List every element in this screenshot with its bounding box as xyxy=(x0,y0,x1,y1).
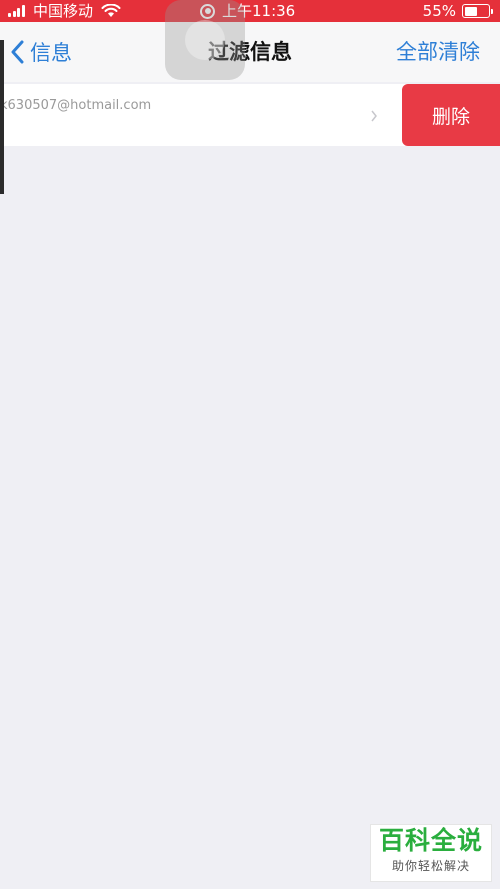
battery-icon xyxy=(462,4,493,18)
assistive-touch-button[interactable] xyxy=(165,0,245,80)
battery-percent: 55% xyxy=(422,2,456,20)
signal-bars-icon xyxy=(8,5,26,17)
chevron-right-icon xyxy=(371,110,377,122)
sender-address: k630507@hotmail.com xyxy=(0,98,152,113)
status-bar: 中国移动 上午11:36 55% xyxy=(0,0,500,22)
edge-divider xyxy=(0,40,4,194)
watermark-title: 百科全说 xyxy=(378,826,483,855)
status-left: 中国移动 xyxy=(8,0,121,22)
clear-all-button[interactable]: 全部清除 xyxy=(396,38,480,66)
wifi-icon xyxy=(101,4,121,17)
status-right: 55% xyxy=(422,0,493,22)
watermark-slogan: 助你轻松解决 xyxy=(391,859,470,873)
nav-bar: 信息 过滤信息 全部清除 xyxy=(0,22,500,82)
carrier-name: 中国移动 xyxy=(33,2,94,20)
watermark-logo: 百科全说 助你轻松解决 xyxy=(370,824,492,882)
delete-button[interactable]: 删除 xyxy=(402,84,500,146)
battery-fill xyxy=(464,6,478,16)
